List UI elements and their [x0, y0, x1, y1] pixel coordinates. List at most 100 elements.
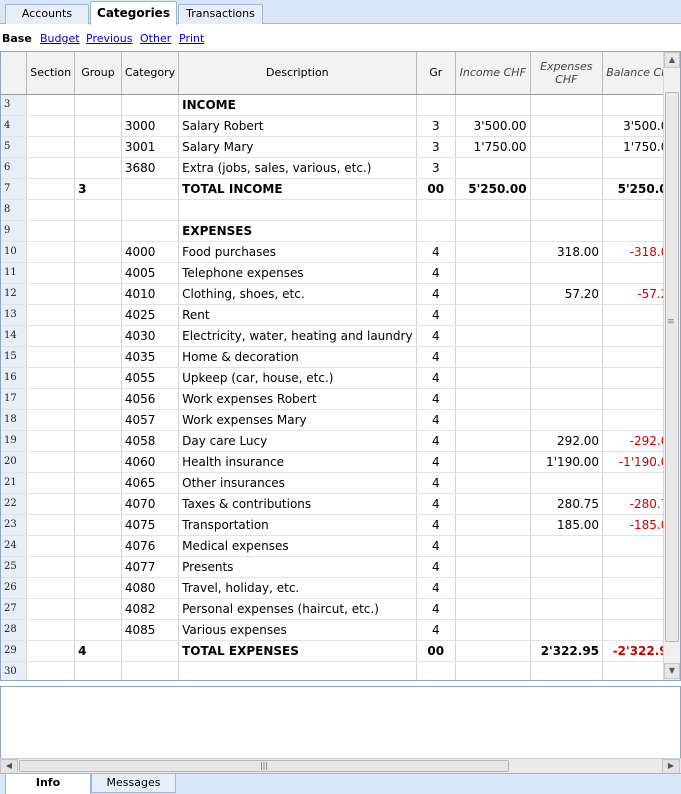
col-header-section[interactable]: Section: [26, 52, 76, 95]
table-row[interactable]: 9 EXPENSES: [1, 220, 680, 242]
view-budget[interactable]: Budget: [40, 32, 80, 45]
cell-group[interactable]: [74, 493, 122, 515]
cell-income[interactable]: [455, 598, 531, 620]
cell-gr[interactable]: 3: [416, 136, 457, 158]
cell-gr[interactable]: 4: [416, 325, 457, 347]
cell-section[interactable]: [26, 136, 76, 158]
cell-expenses[interactable]: 318.00: [530, 241, 604, 263]
table-row[interactable]: 7 3 TOTAL INCOME 00 5'250.00 5'250.00: [1, 178, 680, 200]
cell-expenses[interactable]: 1'190.00: [530, 451, 604, 473]
cell-income[interactable]: [455, 430, 531, 452]
row-number[interactable]: 15: [1, 346, 28, 368]
cell-gr[interactable]: [416, 661, 457, 680]
cell-section[interactable]: [26, 577, 76, 599]
cell-expenses[interactable]: [530, 178, 604, 200]
cell-expenses[interactable]: [530, 115, 604, 137]
cell-group[interactable]: [74, 577, 122, 599]
cell-group[interactable]: [74, 304, 122, 326]
cell-section[interactable]: [26, 220, 76, 242]
cell-category[interactable]: 4065: [121, 472, 180, 494]
cell-category[interactable]: 4035: [121, 346, 180, 368]
row-number[interactable]: 3: [1, 94, 28, 116]
cell-section[interactable]: [26, 619, 76, 641]
cell-description[interactable]: Home & decoration: [178, 346, 417, 368]
cell-category[interactable]: 4005: [121, 262, 180, 284]
cell-section[interactable]: [26, 556, 76, 578]
vertical-scrollbar[interactable]: ▲ ≡ ▼: [663, 52, 680, 680]
cell-description[interactable]: Upkeep (car, house, etc.): [178, 367, 417, 389]
cell-description[interactable]: Rent: [178, 304, 417, 326]
row-number[interactable]: 30: [1, 661, 28, 680]
cell-gr[interactable]: 4: [416, 472, 457, 494]
cell-category[interactable]: 4076: [121, 535, 180, 557]
cell-description[interactable]: TOTAL EXPENSES: [178, 640, 417, 662]
cell-expenses[interactable]: [530, 598, 604, 620]
cell-group[interactable]: 3: [74, 178, 122, 200]
cell-income[interactable]: [455, 283, 531, 305]
cell-category[interactable]: 4070: [121, 493, 180, 515]
cell-gr[interactable]: 4: [416, 556, 457, 578]
table-row[interactable]: 4 3000 Salary Robert 3 3'500.00 3'500.00: [1, 115, 680, 137]
table-row[interactable]: 13 4025 Rent 4: [1, 304, 680, 326]
cell-expenses[interactable]: [530, 535, 604, 557]
table-row[interactable]: 16 4055 Upkeep (car, house, etc.) 4: [1, 367, 680, 389]
table-row[interactable]: 27 4082 Personal expenses (haircut, etc.) 4: [1, 598, 680, 620]
cell-expenses[interactable]: 57.20: [530, 283, 604, 305]
cell-income[interactable]: [455, 94, 531, 116]
cell-group[interactable]: [74, 325, 122, 347]
cell-description[interactable]: Various expenses: [178, 619, 417, 641]
col-header-group[interactable]: Group: [74, 52, 122, 95]
view-other[interactable]: Other: [140, 32, 171, 45]
cell-income[interactable]: 3'500.00: [455, 115, 531, 137]
cell-group[interactable]: [74, 388, 122, 410]
row-number[interactable]: 25: [1, 556, 28, 578]
cell-income[interactable]: 1'750.00: [455, 136, 531, 158]
cell-description[interactable]: Day care Lucy: [178, 430, 417, 452]
cell-income[interactable]: [455, 304, 531, 326]
row-number[interactable]: 13: [1, 304, 28, 326]
cell-gr[interactable]: 4: [416, 598, 457, 620]
scroll-down-icon[interactable]: ▼: [664, 663, 680, 679]
cell-gr[interactable]: 4: [416, 304, 457, 326]
row-number[interactable]: 29: [1, 640, 28, 662]
cell-category[interactable]: [121, 220, 180, 242]
table-row[interactable]: 23 4075 Transportation 4 185.00 -185.00: [1, 514, 680, 536]
cell-income[interactable]: [455, 577, 531, 599]
cell-section[interactable]: [26, 451, 76, 473]
cell-category[interactable]: [121, 178, 180, 200]
table-row[interactable]: 21 4065 Other insurances 4: [1, 472, 680, 494]
table-row[interactable]: 19 4058 Day care Lucy 4 292.00 -292.00: [1, 430, 680, 452]
table-row[interactable]: 22 4070 Taxes & contributions 4 280.75 -280.7…: [1, 493, 680, 515]
cell-description[interactable]: Clothing, shoes, etc.: [178, 283, 417, 305]
cell-group[interactable]: [74, 346, 122, 368]
cell-group[interactable]: [74, 220, 122, 242]
tab-accounts[interactable]: Accounts: [5, 4, 89, 24]
cell-income[interactable]: [455, 199, 531, 221]
cell-expenses[interactable]: [530, 346, 604, 368]
table-row[interactable]: 5 3001 Salary Mary 3 1'750.00 1'750.00: [1, 136, 680, 158]
view-base[interactable]: Base: [2, 32, 32, 45]
cell-expenses[interactable]: 292.00: [530, 430, 604, 452]
cell-expenses[interactable]: [530, 304, 604, 326]
row-number[interactable]: 18: [1, 409, 28, 431]
cell-category[interactable]: 4056: [121, 388, 180, 410]
cell-description[interactable]: Travel, holiday, etc.: [178, 577, 417, 599]
cell-description[interactable]: Salary Robert: [178, 115, 417, 137]
col-header-income[interactable]: Income CHF: [455, 52, 531, 95]
cell-description[interactable]: Medical expenses: [178, 535, 417, 557]
col-header-category[interactable]: Category: [121, 52, 180, 95]
cell-expenses[interactable]: [530, 220, 604, 242]
cell-income[interactable]: [455, 514, 531, 536]
col-header-description[interactable]: Description: [178, 52, 417, 95]
cell-expenses[interactable]: 185.00: [530, 514, 604, 536]
row-number[interactable]: 19: [1, 430, 28, 452]
cell-gr[interactable]: [416, 94, 457, 116]
table-row[interactable]: 18 4057 Work expenses Mary 4: [1, 409, 680, 431]
cell-section[interactable]: [26, 535, 76, 557]
cell-category[interactable]: 4025: [121, 304, 180, 326]
cell-category[interactable]: 4082: [121, 598, 180, 620]
cell-gr[interactable]: 4: [416, 346, 457, 368]
vertical-scroll-thumb[interactable]: [665, 92, 679, 642]
row-number[interactable]: 26: [1, 577, 28, 599]
cell-category[interactable]: 4080: [121, 577, 180, 599]
